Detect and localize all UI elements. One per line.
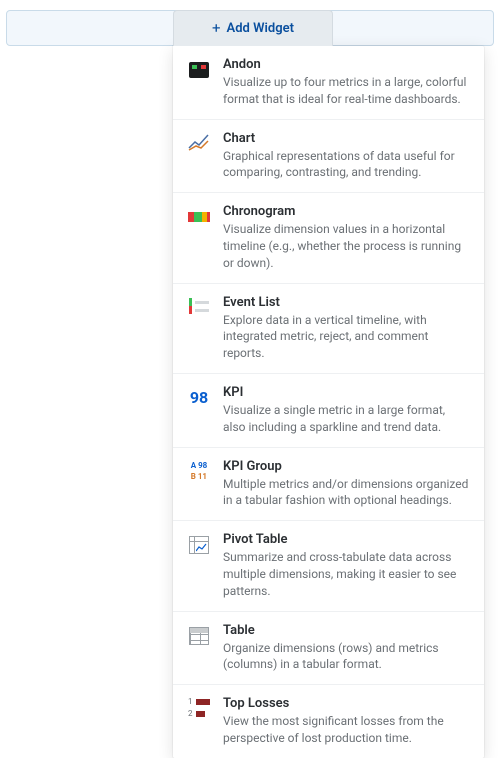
widget-title: Event List (223, 295, 470, 310)
chronogram-icon (187, 205, 211, 229)
kpi-icon: 98 (187, 386, 211, 410)
widget-title: Pivot Table (223, 532, 470, 547)
widget-title: Andon (223, 57, 470, 72)
widget-option-chart[interactable]: Chart Graphical representations of data … (173, 120, 484, 194)
widget-desc: Summarize and cross-tabulate data across… (223, 549, 470, 599)
table-icon (187, 624, 211, 648)
widget-option-pivot-table[interactable]: Pivot Table Summarize and cross-tabulate… (173, 521, 484, 611)
widget-option-table[interactable]: Table Organize dimensions (rows) and met… (173, 612, 484, 686)
plus-icon: + (212, 21, 221, 36)
widget-title: Chronogram (223, 204, 470, 219)
widget-desc: View the most significant losses from th… (223, 713, 470, 747)
widget-option-event-list[interactable]: Event List Explore data in a vertical ti… (173, 284, 484, 374)
widget-title: Top Losses (223, 696, 470, 711)
pivot-table-icon (187, 533, 211, 557)
widget-title: Table (223, 623, 470, 638)
widget-desc: Visualize a single metric in a large for… (223, 402, 470, 436)
widget-desc: Graphical representations of data useful… (223, 148, 470, 182)
event-list-icon (187, 296, 211, 320)
widget-option-andon[interactable]: Andon Visualize up to four metrics in a … (173, 46, 484, 120)
widget-dropdown: Andon Visualize up to four metrics in a … (173, 46, 484, 758)
widget-title: KPI (223, 385, 470, 400)
widget-desc: Organize dimensions (rows) and metrics (… (223, 640, 470, 674)
kpi-group-icon: A 98 B 11 (187, 460, 211, 484)
widget-desc: Visualize dimension values in a horizont… (223, 221, 470, 271)
widget-title: Chart (223, 131, 470, 146)
add-widget-button[interactable]: + Add Widget (173, 10, 333, 46)
add-widget-label: Add Widget (227, 21, 294, 36)
widget-option-kpi-group[interactable]: A 98 B 11 KPI Group Multiple metrics and… (173, 448, 484, 522)
widget-option-top-losses[interactable]: 1 2 Top Losses View the most significant… (173, 685, 484, 758)
chart-icon (187, 132, 211, 156)
widget-desc: Visualize up to four metrics in a large,… (223, 74, 470, 108)
top-losses-icon: 1 2 (187, 697, 211, 721)
andon-icon (187, 58, 211, 82)
widget-option-chronogram[interactable]: Chronogram Visualize dimension values in… (173, 193, 484, 283)
widget-title: KPI Group (223, 459, 470, 474)
widget-option-kpi[interactable]: 98 KPI Visualize a single metric in a la… (173, 374, 484, 448)
widget-desc: Explore data in a vertical timeline, wit… (223, 312, 470, 362)
widget-desc: Multiple metrics and/or dimensions organ… (223, 476, 470, 510)
